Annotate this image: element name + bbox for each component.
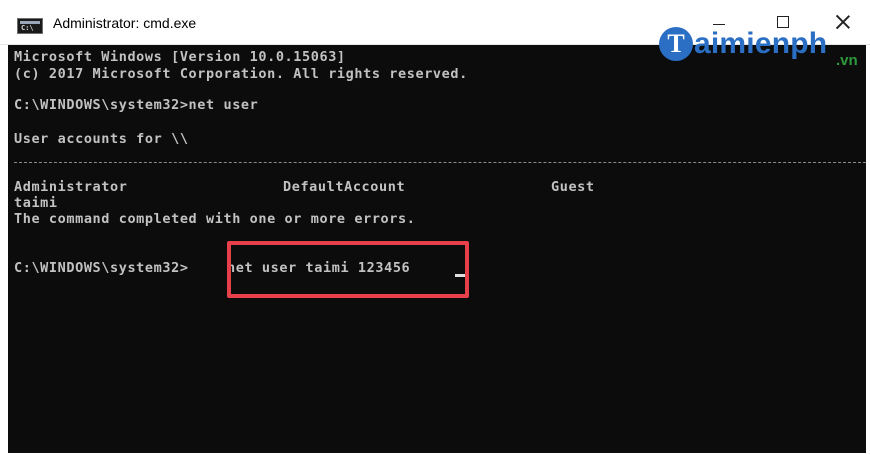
- window-title: Administrator: cmd.exe: [53, 15, 197, 31]
- version-line: Microsoft Windows [Version 10.0.15063]: [14, 49, 346, 65]
- highlight-box: [227, 241, 469, 298]
- cmd-window: C:\ Administrator: cmd.exe Microsoft Win…: [0, 0, 870, 455]
- separator-line: [14, 162, 866, 163]
- logo-icon: T: [659, 27, 693, 61]
- cmd-icon[interactable]: C:\: [17, 18, 43, 34]
- watermark-brand: aimienph: [694, 27, 828, 60]
- accounts-header: User accounts for \\: [14, 131, 189, 147]
- account-taimi: taimi: [14, 195, 58, 211]
- command-line-net-user: C:\WINDOWS\system32>net user: [14, 97, 259, 113]
- account-administrator: Administrator: [14, 179, 128, 195]
- watermark-suffix: .vn: [836, 52, 858, 69]
- copyright-line: (c) 2017 Microsoft Corporation. All righ…: [14, 66, 468, 82]
- result-line: The command completed with one or more e…: [14, 211, 416, 227]
- watermark-logo: T aimienph: [659, 24, 827, 64]
- current-prompt: C:\WINDOWS\system32>: [14, 260, 189, 276]
- console-output[interactable]: Microsoft Windows [Version 10.0.15063] (…: [8, 45, 866, 453]
- account-defaultaccount: DefaultAccount: [283, 179, 406, 195]
- close-icon: [836, 15, 850, 29]
- account-guest: Guest: [551, 179, 595, 195]
